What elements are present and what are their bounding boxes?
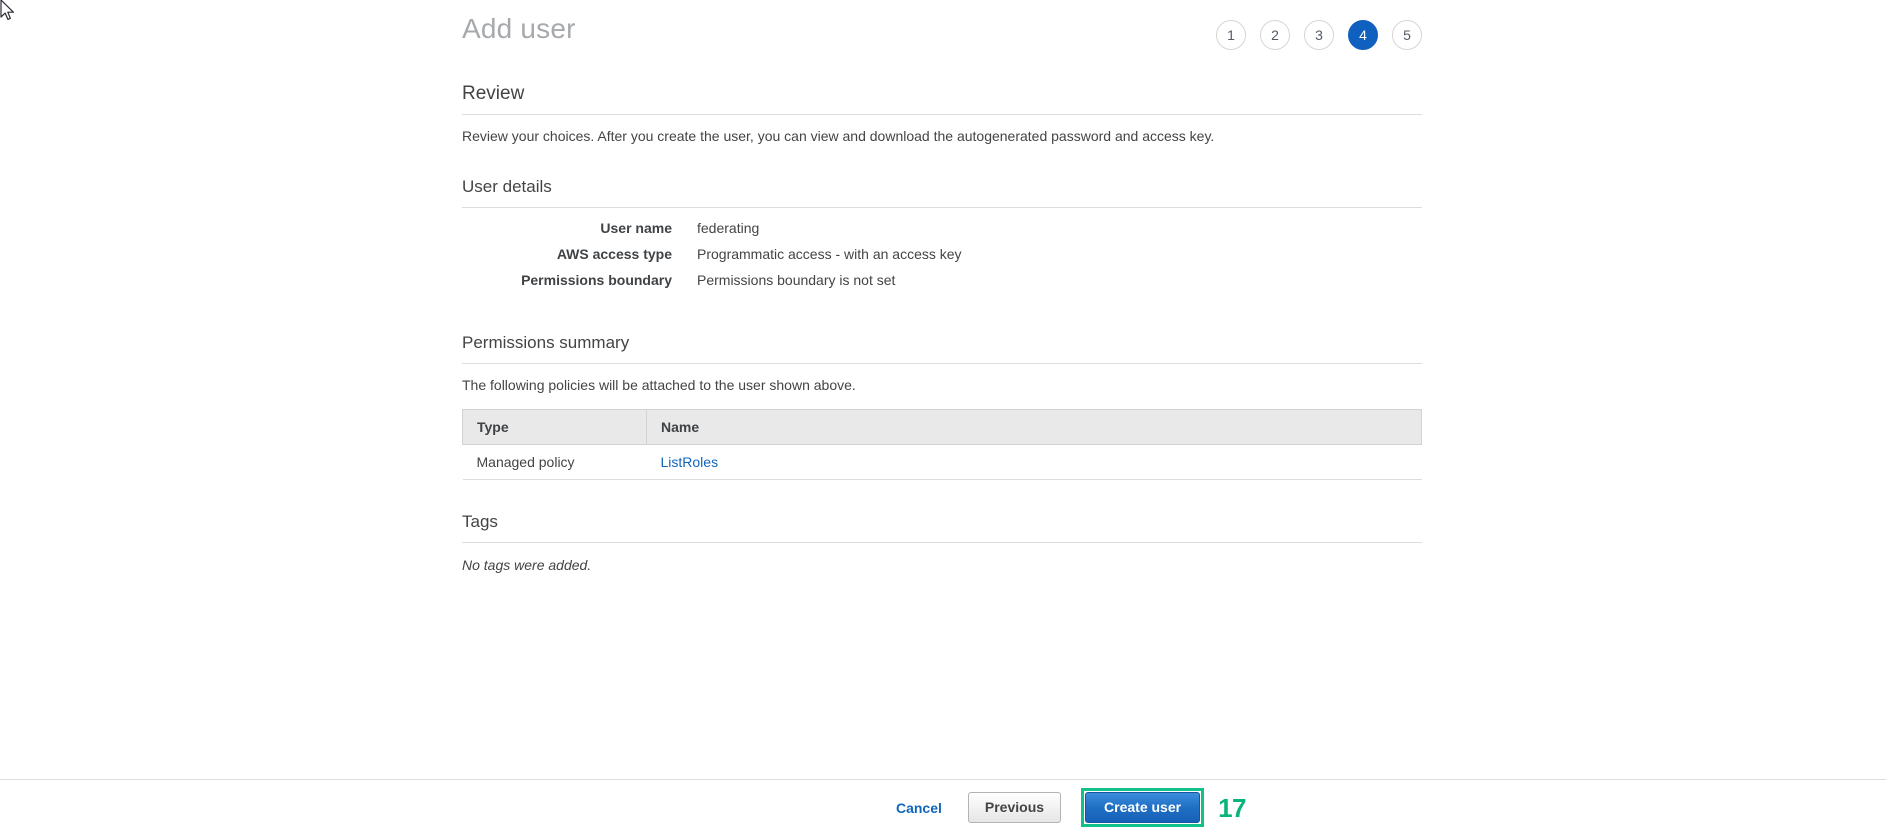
wizard-step-1[interactable]: 1 bbox=[1216, 20, 1246, 50]
column-header-type: Type bbox=[462, 409, 647, 445]
wizard-step-indicator: 1 2 3 4 5 bbox=[1216, 20, 1422, 50]
tags-section: Tags No tags were added. bbox=[462, 510, 1422, 573]
detail-row-user-name: User name federating bbox=[462, 220, 1422, 246]
permissions-summary-section: Permissions summary The following polici… bbox=[462, 331, 1422, 480]
wizard-header: Add user 1 2 3 4 5 bbox=[462, 0, 1422, 66]
user-details-heading: User details bbox=[462, 175, 1422, 208]
detail-value: Permissions boundary is not set bbox=[697, 272, 896, 288]
review-description: Review your choices. After you create th… bbox=[462, 128, 1215, 144]
permissions-summary-description: The following policies will be attached … bbox=[462, 377, 856, 393]
cancel-button[interactable]: Cancel bbox=[892, 794, 946, 822]
detail-label: User name bbox=[600, 220, 672, 236]
permissions-table-head: Type Name bbox=[462, 409, 1422, 445]
user-details-list: User name federating AWS access type Pro… bbox=[462, 220, 1422, 298]
detail-label: AWS access type bbox=[556, 246, 672, 262]
user-details-section: User details User name federating AWS ac… bbox=[462, 175, 1422, 298]
detail-label: Permissions boundary bbox=[521, 272, 672, 288]
tags-empty-message: No tags were added. bbox=[462, 557, 592, 573]
detail-row-permissions-boundary: Permissions boundary Permissions boundar… bbox=[462, 272, 1422, 298]
cell-policy-type: Managed policy bbox=[462, 444, 647, 480]
detail-value: federating bbox=[697, 220, 760, 236]
footer-action-bar: Cancel Previous Create user 17 bbox=[0, 779, 1886, 827]
wizard-step-4[interactable]: 4 bbox=[1348, 20, 1378, 50]
column-header-name: Name bbox=[646, 409, 1422, 445]
review-heading: Review bbox=[462, 82, 1422, 115]
table-row: Managed policy ListRoles bbox=[462, 444, 1422, 480]
wizard-step-3[interactable]: 3 bbox=[1304, 20, 1334, 50]
policy-name-link[interactable]: ListRoles bbox=[661, 454, 719, 470]
mouse-pointer-icon bbox=[0, 0, 14, 20]
wizard-content: Add user 1 2 3 4 5 Review Review your ch… bbox=[462, 0, 1422, 573]
footer-buttons: Cancel Previous Create user 17 bbox=[892, 788, 1246, 827]
tags-heading: Tags bbox=[462, 510, 1422, 543]
cell-policy-name: ListRoles bbox=[646, 444, 1422, 480]
review-section: Review Review your choices. After you cr… bbox=[462, 82, 1422, 146]
create-user-button[interactable]: Create user bbox=[1085, 792, 1201, 823]
detail-row-aws-access-type: AWS access type Programmatic access - wi… bbox=[462, 246, 1422, 272]
table-header-row: Type Name bbox=[462, 409, 1422, 445]
permissions-table: Type Name Managed policy ListRoles bbox=[462, 409, 1422, 480]
detail-value: Programmatic access - with an access key bbox=[697, 246, 962, 262]
wizard-step-2[interactable]: 2 bbox=[1260, 20, 1290, 50]
permissions-table-body: Managed policy ListRoles bbox=[462, 444, 1422, 480]
annotation-step-number: 17 bbox=[1218, 792, 1246, 823]
create-user-highlight-box: Create user bbox=[1081, 788, 1205, 827]
permissions-summary-heading: Permissions summary bbox=[462, 331, 1422, 364]
page-title: Add user bbox=[462, 13, 576, 44]
previous-button[interactable]: Previous bbox=[967, 792, 1062, 823]
wizard-step-5[interactable]: 5 bbox=[1392, 20, 1422, 50]
